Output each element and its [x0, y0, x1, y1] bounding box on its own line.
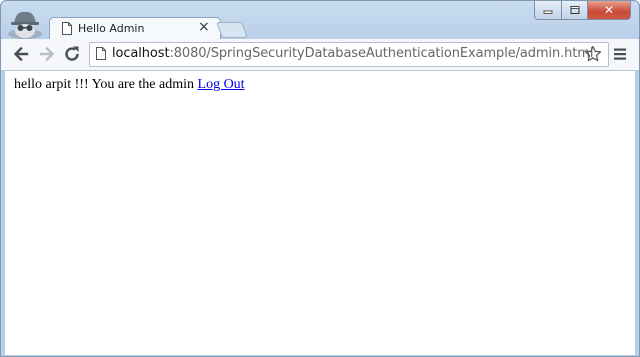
incognito-icon	[8, 11, 42, 39]
new-tab-button[interactable]	[216, 22, 248, 38]
close-button[interactable]: ✕	[588, 1, 631, 20]
logout-link[interactable]: Log Out	[198, 77, 245, 92]
minimize-icon	[543, 10, 553, 14]
page-icon	[96, 47, 106, 60]
maximize-button[interactable]	[562, 1, 588, 20]
window-controls: ✕	[534, 1, 631, 20]
tab-close-icon[interactable]: ×	[198, 19, 210, 35]
admin-greeting: hello arpit !!! You are the admin Log Ou…	[14, 77, 245, 93]
address-bar[interactable]: localhost:8080/SpringSecurityDatabaseAut…	[89, 42, 609, 67]
back-arrow-icon[interactable]	[11, 44, 31, 64]
reload-icon[interactable]	[62, 44, 82, 64]
browser-window: Hello Admin × ✕ localhost:8080/SpringSec…	[0, 0, 640, 357]
admin-message: hello arpit !!! You are the admin	[14, 77, 198, 92]
url-text: localhost:8080/SpringSecurityDatabaseAut…	[112, 46, 593, 61]
minimize-button[interactable]	[534, 1, 562, 20]
tab-title: Hello Admin	[78, 22, 145, 35]
page-icon	[62, 22, 72, 35]
url-host: localhost	[112, 46, 170, 61]
url-path: :8080/SpringSecurityDatabaseAuthenticati…	[169, 46, 594, 61]
tab-hello-admin[interactable]: Hello Admin ×	[49, 17, 221, 40]
hamburger-menu-icon[interactable]	[612, 46, 628, 62]
browser-toolbar: localhost:8080/SpringSecurityDatabaseAut…	[1, 39, 639, 71]
title-bar: Hello Admin × ✕	[1, 1, 639, 40]
page-content: hello arpit !!! You are the admin Log Ou…	[5, 71, 635, 355]
forward-arrow-icon[interactable]	[37, 44, 57, 64]
star-icon[interactable]	[584, 45, 602, 63]
maximize-icon	[570, 6, 579, 14]
close-icon: ✕	[603, 3, 615, 17]
